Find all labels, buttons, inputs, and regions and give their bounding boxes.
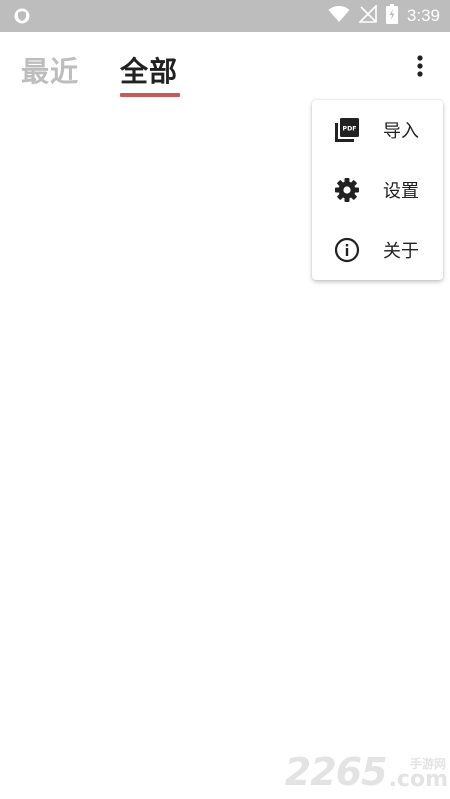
- status-bar: 3:39: [0, 0, 450, 32]
- menu-item-settings[interactable]: 设置: [312, 160, 443, 220]
- watermark-logo: 2265 手游网 .com: [285, 753, 448, 791]
- tab-bar: 最近 全部: [0, 32, 450, 102]
- overflow-menu: PDF 导入 设置 关于: [312, 100, 443, 280]
- no-signal-icon: [357, 4, 377, 27]
- more-vert-icon[interactable]: [406, 50, 434, 82]
- tab-all[interactable]: 全部: [120, 50, 178, 90]
- gear-icon: [334, 177, 360, 203]
- menu-label-about: 关于: [383, 241, 419, 262]
- tab-indicator: [120, 93, 180, 97]
- menu-item-import[interactable]: PDF 导入: [312, 100, 443, 160]
- wifi-icon: [328, 5, 350, 27]
- menu-label-settings: 设置: [383, 181, 419, 202]
- info-icon: [334, 237, 360, 263]
- watermark-cn: 手游网: [409, 757, 446, 771]
- battery-charging-icon: [385, 4, 398, 28]
- watermark-number: 2265: [284, 750, 388, 794]
- watermark-com: .com: [388, 767, 448, 792]
- menu-label-import: 导入: [383, 121, 419, 142]
- status-time: 3:39: [406, 6, 440, 25]
- pdf-icon: PDF: [334, 117, 360, 143]
- shield-icon: [14, 8, 30, 24]
- svg-text:PDF: PDF: [343, 126, 357, 133]
- menu-item-about[interactable]: 关于: [312, 220, 443, 280]
- tab-recent[interactable]: 最近: [21, 50, 79, 90]
